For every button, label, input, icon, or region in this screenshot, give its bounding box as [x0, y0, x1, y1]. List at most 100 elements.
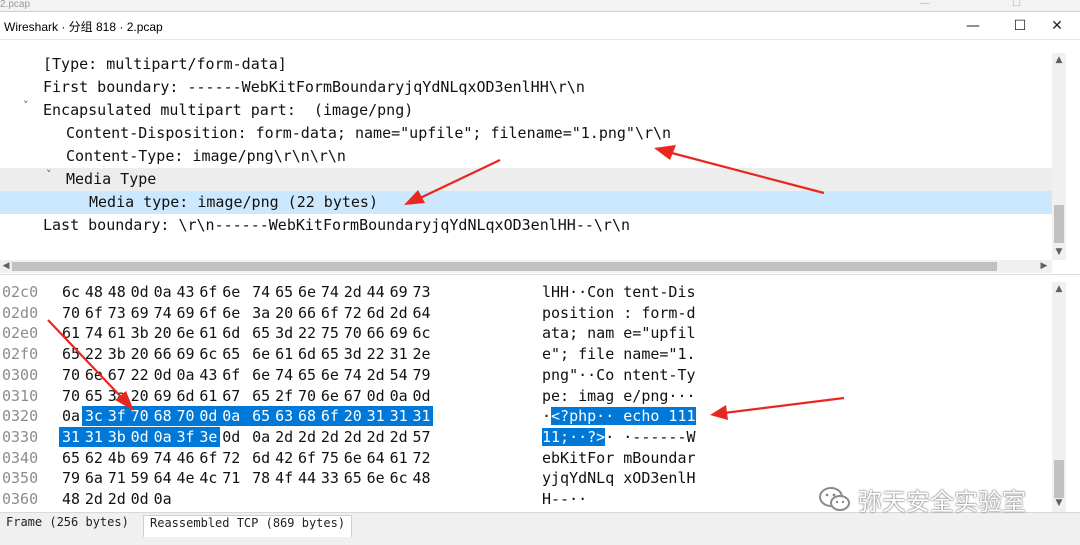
hex-byte[interactable]: 6d: [250, 448, 272, 469]
tree-vertical-scrollbar[interactable]: ▲ ▼: [1052, 53, 1066, 260]
hex-byte[interactable]: 0d: [129, 282, 151, 303]
hex-byte[interactable]: 20: [129, 386, 151, 407]
hex-byte[interactable]: 64: [365, 448, 387, 469]
tab-frame[interactable]: Frame (256 bytes): [0, 515, 135, 537]
hex-byte[interactable]: 3e: [197, 427, 219, 448]
hex-byte[interactable]: 2d: [342, 427, 364, 448]
hex-byte[interactable]: 22: [365, 344, 387, 365]
hex-byte[interactable]: 72: [342, 303, 364, 324]
pane-splitter[interactable]: [0, 274, 1080, 282]
hex-byte[interactable]: 69: [129, 303, 151, 324]
hex-byte[interactable]: 70: [296, 386, 318, 407]
hex-byte[interactable]: 61: [106, 323, 128, 344]
hex-byte[interactable]: 31: [365, 406, 387, 427]
hex-byte[interactable]: 70: [342, 323, 364, 344]
hex-byte[interactable]: 65: [250, 323, 272, 344]
hex-byte[interactable]: 6d: [175, 386, 197, 407]
hex-byte[interactable]: 0d: [152, 365, 174, 386]
hex-byte[interactable]: 0d: [220, 427, 242, 448]
hex-byte[interactable]: 59: [129, 468, 151, 489]
tree-item[interactable]: First boundary: ------WebKitFormBoundary…: [0, 76, 1052, 99]
hex-byte[interactable]: 74: [319, 282, 341, 303]
hex-byte[interactable]: 6e: [250, 365, 272, 386]
hex-byte[interactable]: 6d: [296, 344, 318, 365]
hex-byte[interactable]: 3c: [83, 406, 105, 427]
hex-byte[interactable]: 66: [365, 323, 387, 344]
hex-byte[interactable]: 75: [319, 448, 341, 469]
hex-byte[interactable]: 69: [152, 386, 174, 407]
hex-byte[interactable]: 2d: [83, 489, 105, 510]
ascii-text[interactable]: 11;··?>· ·------W: [542, 427, 696, 448]
hex-byte[interactable]: 6d: [365, 303, 387, 324]
hex-byte[interactable]: 71: [106, 468, 128, 489]
hex-byte[interactable]: 67: [342, 386, 364, 407]
hex-byte[interactable]: 65: [342, 468, 364, 489]
hex-byte[interactable]: 20: [342, 406, 364, 427]
hex-byte[interactable]: 69: [175, 344, 197, 365]
hex-byte[interactable]: 2f: [273, 386, 295, 407]
hex-byte[interactable]: 31: [83, 427, 105, 448]
hex-byte[interactable]: 72: [220, 448, 242, 469]
hex-byte[interactable]: 57: [411, 427, 433, 448]
hex-byte[interactable]: 2d: [342, 282, 364, 303]
hex-byte[interactable]: 43: [197, 365, 219, 386]
expand-chevron-icon[interactable]: ˅: [46, 168, 52, 181]
hex-byte[interactable]: 2d: [273, 427, 295, 448]
hex-byte[interactable]: 6a: [83, 468, 105, 489]
hex-byte[interactable]: 69: [129, 448, 151, 469]
hex-byte[interactable]: 6f: [83, 303, 105, 324]
scroll-right-icon[interactable]: ▶: [1038, 261, 1050, 271]
ascii-text[interactable]: yjqYdNLq xOD3enlH: [542, 468, 696, 489]
hex-byte[interactable]: 6f: [197, 303, 219, 324]
hex-byte[interactable]: 0d: [197, 406, 219, 427]
hex-byte[interactable]: 2d: [365, 427, 387, 448]
hex-byte[interactable]: 79: [60, 468, 82, 489]
hex-byte[interactable]: 6e: [319, 386, 341, 407]
hex-byte[interactable]: 0a: [250, 427, 272, 448]
hex-byte[interactable]: 4b: [106, 448, 128, 469]
bytes-scroll-thumb[interactable]: [1054, 460, 1064, 498]
tree-item[interactable]: Media type: image/png (22 bytes): [0, 191, 1052, 214]
hex-byte[interactable]: 61: [197, 323, 219, 344]
hex-byte[interactable]: 65: [250, 386, 272, 407]
ascii-text[interactable]: ebKitFor mBoundar: [542, 448, 696, 469]
hex-byte[interactable]: 0a: [220, 406, 242, 427]
hex-byte[interactable]: 44: [365, 282, 387, 303]
minimize-button[interactable]: —: [950, 14, 996, 38]
hex-byte[interactable]: 0a: [152, 489, 174, 510]
hex-byte[interactable]: 44: [296, 468, 318, 489]
ascii-text[interactable]: pe: imag e/png···: [542, 386, 696, 407]
hex-byte[interactable]: 4f: [273, 468, 295, 489]
packet-details-tree[interactable]: [Type: multipart/form-data] First boundar…: [0, 53, 1052, 260]
close-button[interactable]: ✕: [1034, 14, 1080, 38]
hex-byte[interactable]: 74: [152, 303, 174, 324]
hex-byte[interactable]: 67: [220, 386, 242, 407]
hex-byte[interactable]: 6f: [319, 303, 341, 324]
hex-byte[interactable]: 6e: [175, 323, 197, 344]
hex-byte[interactable]: 65: [83, 386, 105, 407]
hex-byte[interactable]: 6c: [60, 282, 82, 303]
hex-byte[interactable]: 2d: [296, 427, 318, 448]
hex-byte[interactable]: 22: [83, 344, 105, 365]
tree-item[interactable]: Content-Type: image/png\r\n\r\n: [0, 145, 1052, 168]
hex-byte[interactable]: 65: [60, 344, 82, 365]
hex-byte[interactable]: 6f: [220, 365, 242, 386]
hex-byte[interactable]: 6e: [319, 365, 341, 386]
hex-byte[interactable]: 65: [220, 344, 242, 365]
hex-byte[interactable]: 64: [152, 468, 174, 489]
hex-byte[interactable]: 65: [273, 282, 295, 303]
tree-item[interactable]: Content-Disposition: form-data; name="up…: [0, 122, 1052, 145]
tree-item[interactable]: ˅ Encapsulated multipart part: (image/png…: [0, 99, 1052, 122]
tab-reassembled-tcp[interactable]: Reassembled TCP (869 bytes): [143, 515, 353, 537]
hex-byte[interactable]: 48: [83, 282, 105, 303]
hex-byte[interactable]: 78: [250, 468, 272, 489]
hex-byte[interactable]: 3d: [273, 323, 295, 344]
expand-chevron-icon[interactable]: ˅: [23, 99, 29, 112]
ascii-text[interactable]: png"··Co ntent-Ty: [542, 365, 696, 386]
hex-byte[interactable]: 74: [83, 323, 105, 344]
ascii-text[interactable]: ata; nam e="upfil: [542, 323, 696, 344]
hex-byte[interactable]: 6e: [342, 448, 364, 469]
hex-byte[interactable]: 46: [175, 448, 197, 469]
hex-byte[interactable]: 2e: [411, 344, 433, 365]
hex-byte[interactable]: 6e: [365, 468, 387, 489]
